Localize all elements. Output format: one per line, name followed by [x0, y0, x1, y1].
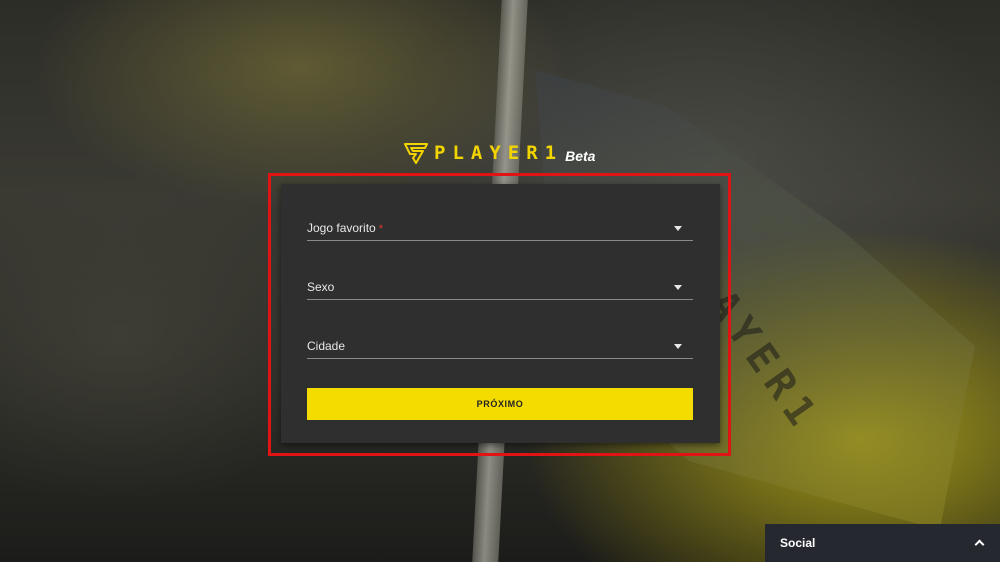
- chevron-down-icon: [674, 344, 682, 349]
- favorite-game-label: Jogo favorito *: [307, 221, 383, 235]
- player1-logo-icon: [404, 143, 428, 164]
- chevron-down-icon: [674, 226, 682, 231]
- chevron-up-icon: [974, 539, 985, 550]
- profile-form-card: Jogo favorito * Sexo Cidade PRÓXIMO: [281, 184, 720, 443]
- chevron-down-icon: [674, 285, 682, 290]
- social-panel-toggle[interactable]: Social: [765, 524, 1000, 562]
- gender-label: Sexo: [307, 280, 335, 294]
- required-indicator: *: [378, 223, 383, 235]
- beta-badge: Beta: [565, 147, 596, 164]
- city-label: Cidade: [307, 339, 346, 353]
- brand-name: PLAYER1: [434, 142, 564, 164]
- brand-logo: PLAYER1 Beta: [404, 140, 595, 166]
- favorite-game-select[interactable]: Jogo favorito *: [307, 211, 693, 241]
- city-select[interactable]: Cidade: [307, 329, 693, 359]
- next-button[interactable]: PRÓXIMO: [307, 388, 693, 420]
- social-label: Social: [780, 536, 816, 550]
- gender-select[interactable]: Sexo: [307, 270, 693, 300]
